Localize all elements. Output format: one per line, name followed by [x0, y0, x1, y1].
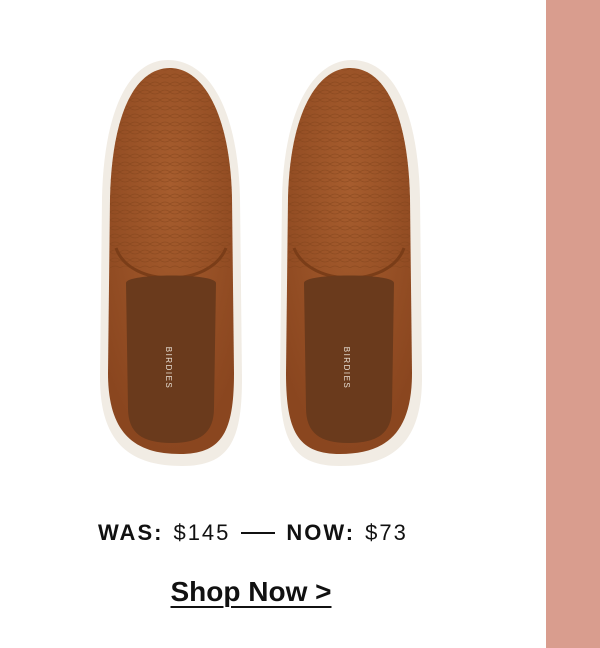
price-row: WAS: $145 NOW: $73: [98, 518, 408, 548]
right-insole-brand: BIRDIES: [342, 347, 351, 390]
now-label: NOW:: [286, 520, 356, 545]
was-price: $145: [173, 520, 231, 545]
accent-side-bar: [546, 0, 600, 648]
shop-now-link[interactable]: Shop Now >: [0, 576, 502, 608]
left-shoe: BIRDIES: [100, 60, 242, 466]
left-insole-brand: BIRDIES: [164, 347, 173, 390]
was-label: WAS:: [98, 520, 164, 545]
price-divider: [241, 532, 276, 534]
now-price: $73: [365, 520, 408, 545]
right-shoe: BIRDIES: [280, 60, 422, 466]
product-image[interactable]: BIRDIES BIRDIES: [90, 48, 430, 478]
